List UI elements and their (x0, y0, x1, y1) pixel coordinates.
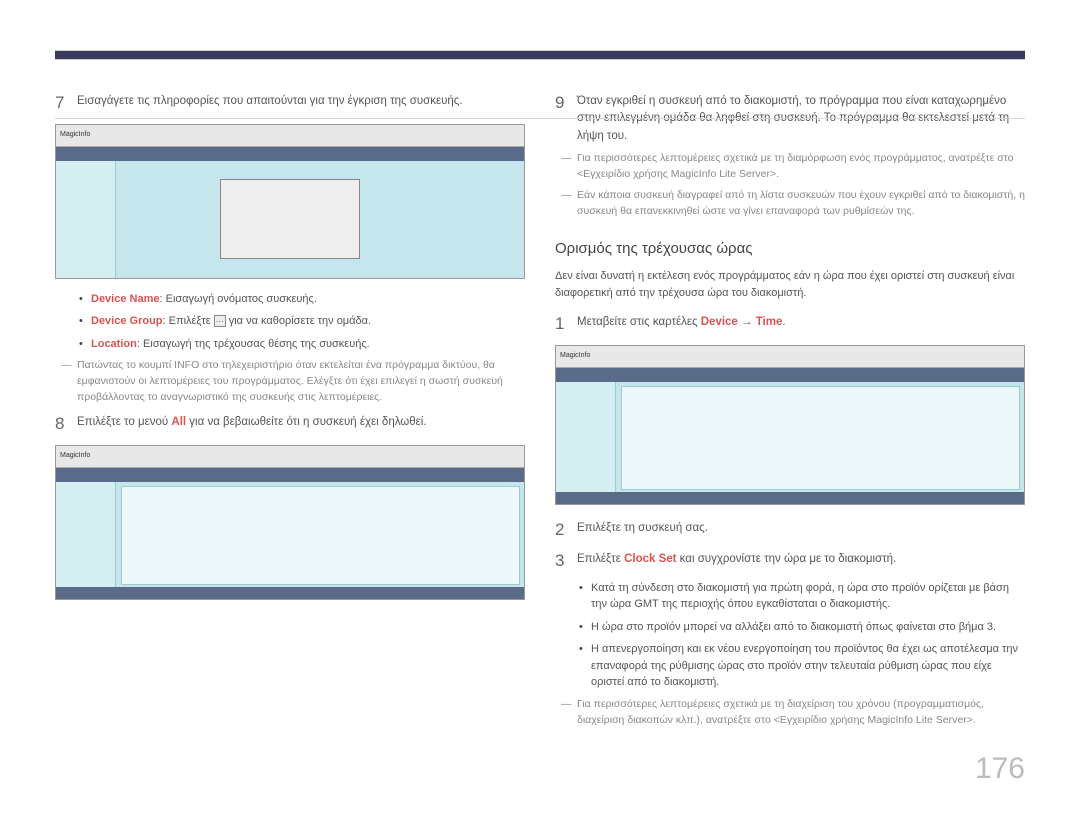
note-text: Εάν κάποια συσκευή διαγραφεί από τη λίστ… (577, 188, 1025, 220)
left-column: 7 Εισαγάγετε τις πληροφορίες που απαιτού… (55, 90, 525, 734)
note-text: Για περισσότερες λεπτομέρειες σχετικά με… (577, 697, 1025, 729)
field-label: Device Name (91, 293, 160, 305)
field-pre: Επιλέξτε (169, 315, 211, 327)
note-schedule-config: ― Για περισσότερες λεπτομέρειες σχετικά … (561, 151, 1025, 183)
time-bullets: Κατά τη σύνδεση στο διακομιστή για πρώτη… (575, 580, 1025, 691)
field-label: Device Group (91, 315, 163, 327)
bullet-location: Location: Εισαγωγή της τρέχουσας θέσης τ… (75, 336, 525, 353)
magicinfo-logo: MagicInfo (60, 130, 90, 141)
step-text: Μεταβείτε στις καρτέλες Device → Time. (577, 311, 1025, 337)
step-number: 8 (55, 411, 77, 437)
step-text: Επιλέξτε τη συσκευή σας. (577, 517, 1025, 543)
step-number: 7 (55, 90, 77, 116)
time-step-3: 3 Επιλέξτε Clock Set και συγχρονίστε την… (555, 548, 1025, 574)
step-number: 2 (555, 517, 577, 543)
right-column: 9 Όταν εγκριθεί η συσκευή από το διακομι… (555, 90, 1025, 734)
page-number: 176 (975, 746, 1025, 791)
time-bullet-2: Η ώρα στο προϊόν μπορεί να αλλάξει από τ… (575, 619, 1025, 636)
magicinfo-logo: MagicInfo (60, 451, 90, 462)
header-accent-bar (55, 50, 1025, 60)
step-text: Επιλέξτε Clock Set και συγχρονίστε την ώ… (577, 548, 1025, 574)
note-dash-icon: ― (61, 358, 77, 405)
note-device-deleted: ― Εάν κάποια συσκευή διαγραφεί από τη λί… (561, 188, 1025, 220)
step-number: 1 (555, 311, 577, 337)
step-number: 3 (555, 548, 577, 574)
field-text: : Εισαγωγή της τρέχουσας θέσης της συσκε… (137, 338, 370, 350)
note-dash-icon: ― (561, 188, 577, 220)
browse-group-icon[interactable]: ⋯ (214, 315, 226, 327)
approve-dialog (220, 179, 360, 259)
screenshot-approve-device: MagicInfo (55, 124, 525, 279)
step-8: 8 Επιλέξτε το μενού All για να βεβαιωθεί… (55, 411, 525, 437)
note-text: Πατώντας το κουμπί INFO στο τηλεχειριστή… (77, 358, 525, 405)
field-label: Location (91, 338, 137, 350)
magicinfo-logo: MagicInfo (560, 351, 590, 362)
note-info-button: ― Πατώντας το κουμπί INFO στο τηλεχειρισ… (61, 358, 525, 405)
header-divider (55, 118, 1025, 119)
section-subtext: Δεν είναι δυνατή η εκτέλεση ενός προγράμ… (555, 268, 1025, 301)
note-dash-icon: ― (561, 151, 577, 183)
field-post: για να καθορίσετε την ομάδα. (229, 315, 371, 327)
note-dash-icon: ― (561, 697, 577, 729)
time-step-1: 1 Μεταβείτε στις καρτέλες Device → Time. (555, 311, 1025, 337)
time-step-2: 2 Επιλέξτε τη συσκευή σας. (555, 517, 1025, 543)
note-time-management: ― Για περισσότερες λεπτομέρειες σχετικά … (561, 697, 1025, 729)
step-7: 7 Εισαγάγετε τις πληροφορίες που απαιτού… (55, 90, 525, 116)
time-bullet-3: Η απενεργοποίηση και εκ νέου ενεργοποίησ… (575, 641, 1025, 691)
step-text: Εισαγάγετε τις πληροφορίες που απαιτούντ… (77, 90, 525, 116)
bullet-device-group: Device Group: Επιλέξτε ⋯ για να καθορίσε… (75, 313, 525, 330)
section-title-time: Ορισμός της τρέχουσας ώρας (555, 238, 1025, 261)
field-text: : Εισαγωγή ονόματος συσκευής. (160, 293, 317, 305)
bullet-device-name: Device Name: Εισαγωγή ονόματος συσκευής. (75, 291, 525, 308)
step-text: Επιλέξτε το μενού All για να βεβαιωθείτε… (77, 411, 525, 437)
time-bullet-1: Κατά τη σύνδεση στο διακομιστή για πρώτη… (575, 580, 1025, 613)
screenshot-all-menu: MagicInfo (55, 445, 525, 600)
device-fields-list: Device Name: Εισαγωγή ονόματος συσκευής.… (75, 291, 525, 353)
content-columns: 7 Εισαγάγετε τις πληροφορίες που απαιτού… (0, 60, 1080, 734)
screenshot-device-time: MagicInfo (555, 345, 1025, 505)
note-text: Για περισσότερες λεπτομέρειες σχετικά με… (577, 151, 1025, 183)
